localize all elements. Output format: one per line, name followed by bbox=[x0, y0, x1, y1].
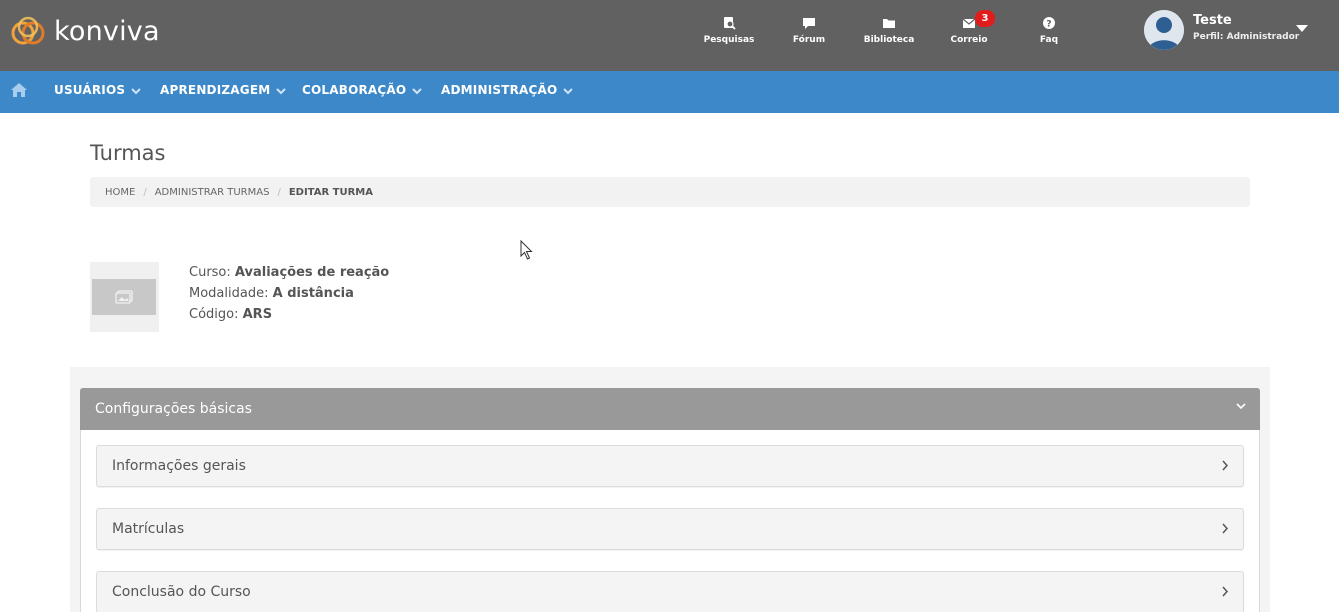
breadcrumb-current: EDITAR TURMA bbox=[288, 186, 373, 198]
chevron-down-icon bbox=[1236, 403, 1246, 410]
konviva-logo-icon bbox=[11, 16, 45, 45]
course-code-row: Código: ARS bbox=[189, 304, 389, 325]
panel-title: Configurações básicas bbox=[95, 401, 252, 417]
svg-text:?: ? bbox=[1046, 20, 1051, 30]
breadcrumb: HOME / ADMINISTRAR TURMAS / EDITAR TURMA bbox=[90, 177, 1250, 207]
course-modality: A distância bbox=[272, 286, 354, 301]
folder-icon bbox=[883, 19, 895, 28]
search-doc-icon bbox=[724, 17, 736, 30]
topnav-label: Correio bbox=[950, 35, 988, 45]
breadcrumb-home[interactable]: HOME bbox=[105, 187, 135, 198]
home-icon[interactable] bbox=[11, 83, 27, 97]
user-name: Teste bbox=[1193, 13, 1232, 28]
menu-aprendizagem[interactable]: APRENDIZAGEM bbox=[160, 83, 287, 97]
mail-icon bbox=[962, 18, 976, 28]
accordion-matriculas[interactable]: Matrículas bbox=[96, 508, 1244, 550]
course-name-row: Curso: Avaliações de reação bbox=[189, 262, 389, 283]
accordion-label: Matrículas bbox=[112, 521, 185, 537]
mouse-cursor-icon bbox=[520, 240, 533, 260]
chevron-down-icon bbox=[563, 87, 574, 94]
accordion-label: Informações gerais bbox=[112, 458, 246, 474]
mail-badge: 3 bbox=[975, 10, 995, 27]
image-placeholder bbox=[92, 279, 156, 315]
avatar[interactable] bbox=[1144, 10, 1184, 50]
menu-colaboracao[interactable]: COLABORAÇÃO bbox=[302, 83, 423, 97]
topnav-label: Fórum bbox=[792, 35, 826, 45]
menu-usuarios[interactable]: USUÁRIOS bbox=[54, 83, 141, 97]
user-profile: Perfil: Administrador bbox=[1193, 32, 1300, 42]
course-name: Avaliações de reação bbox=[234, 265, 390, 280]
accordion-label: Conclusão do Curso bbox=[112, 584, 251, 600]
chevron-right-icon bbox=[1222, 523, 1229, 534]
course-label: Curso: bbox=[189, 265, 231, 280]
brand-name: konviva bbox=[54, 15, 160, 47]
code-label: Código: bbox=[189, 307, 239, 322]
topnav-pesquisas[interactable]: Pesquisas bbox=[699, 16, 759, 45]
accordion-conclusao-do-curso[interactable]: Conclusão do Curso bbox=[96, 571, 1244, 612]
breadcrumb-separator: / bbox=[277, 186, 281, 198]
main-menu-bar: USUÁRIOS APRENDIZAGEM COLABORAÇÃO ADMINI… bbox=[0, 71, 1339, 113]
user-silhouette-icon bbox=[1144, 10, 1184, 50]
menu-label: COLABORAÇÃO bbox=[302, 83, 407, 97]
course-thumbnail bbox=[90, 262, 159, 332]
modality-label: Modalidade: bbox=[189, 286, 269, 301]
menu-label: ADMINISTRAÇÃO bbox=[441, 83, 558, 97]
chevron-down-icon bbox=[412, 87, 423, 94]
accordion-informacoes-gerais[interactable]: Informações gerais bbox=[96, 445, 1244, 487]
chevron-down-icon bbox=[276, 87, 287, 94]
chevron-down-icon bbox=[131, 87, 141, 94]
page-title: Turmas bbox=[90, 141, 166, 165]
breadcrumb-parent[interactable]: ADMINISTRAR TURMAS bbox=[155, 187, 270, 198]
topnav-correio[interactable]: 3 Correio bbox=[939, 10, 999, 45]
konviva-logo[interactable]: konviva bbox=[10, 14, 160, 48]
question-icon: ? bbox=[1043, 17, 1055, 30]
topnav-faq[interactable]: ? Faq bbox=[1019, 16, 1079, 45]
menu-administracao[interactable]: ADMINISTRAÇÃO bbox=[441, 83, 574, 97]
menu-label: USUÁRIOS bbox=[54, 83, 126, 97]
topnav-label: Biblioteca bbox=[863, 35, 915, 45]
top-bar: konviva Pesquisas Fórum Biblioteca 3 Cor… bbox=[0, 0, 1339, 71]
topnav-label: Pesquisas bbox=[703, 35, 755, 45]
chevron-right-icon bbox=[1222, 586, 1229, 597]
caret-down-icon[interactable] bbox=[1296, 25, 1308, 33]
chat-icon bbox=[803, 18, 815, 29]
menu-label: APRENDIZAGEM bbox=[160, 83, 271, 97]
course-code: ARS bbox=[242, 307, 273, 322]
breadcrumb-separator: / bbox=[143, 186, 147, 198]
topnav-forum[interactable]: Fórum bbox=[779, 16, 839, 45]
course-modality-row: Modalidade: A distância bbox=[189, 283, 389, 304]
chevron-right-icon bbox=[1222, 460, 1229, 471]
topnav-biblioteca[interactable]: Biblioteca bbox=[859, 16, 919, 45]
image-placeholder-icon bbox=[115, 290, 133, 304]
course-info: Curso: Avaliações de reação Modalidade: … bbox=[189, 262, 389, 325]
user-menu[interactable]: Teste Perfil: Administrador bbox=[1144, 10, 1314, 50]
topnav-label: Faq bbox=[1039, 35, 1059, 45]
basic-settings-header[interactable]: Configurações básicas bbox=[80, 388, 1260, 430]
